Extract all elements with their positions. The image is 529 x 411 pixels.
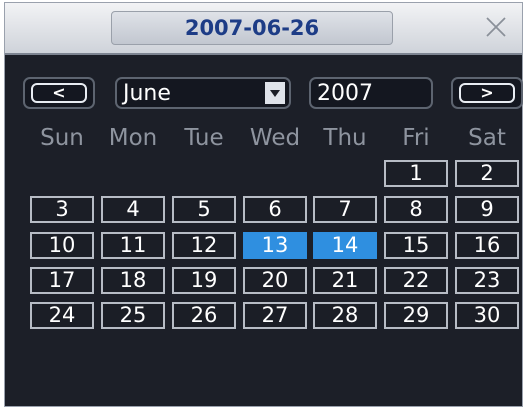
day-cell[interactable]: 24 <box>30 302 94 329</box>
close-button[interactable] <box>482 13 510 41</box>
day-cell[interactable]: 25 <box>101 302 165 329</box>
day-cell[interactable]: 20 <box>243 267 307 294</box>
next-month-button[interactable]: > <box>451 77 523 109</box>
day-cell[interactable]: 14 <box>313 232 377 259</box>
day-cell[interactable]: 23 <box>455 267 519 294</box>
day-cell[interactable]: 1 <box>384 160 448 187</box>
day-cell[interactable]: 12 <box>172 232 236 259</box>
year-input[interactable]: 2007 <box>309 77 433 109</box>
day-cell[interactable]: 10 <box>30 232 94 259</box>
prev-month-button[interactable]: < <box>23 77 95 109</box>
weekday-label-sat: Sat <box>468 125 506 151</box>
month-dropdown-arrow[interactable] <box>265 82 285 104</box>
weekday-label-mon: Mon <box>108 125 158 151</box>
day-cell[interactable]: 2 <box>455 160 519 187</box>
close-icon <box>486 17 506 37</box>
weekday-label-wed: Wed <box>249 125 301 151</box>
date-picker-window: 2007-06-26 < June 2007 > Sun Mon Tue Wed… <box>4 2 523 407</box>
day-cell[interactable]: 19 <box>172 267 236 294</box>
day-cell[interactable]: 13 <box>243 232 307 259</box>
day-cell[interactable]: 26 <box>172 302 236 329</box>
day-cell[interactable]: 5 <box>172 196 236 223</box>
next-month-label: > <box>459 83 515 103</box>
title-plate: 2007-06-26 <box>111 11 393 45</box>
day-cell[interactable]: 21 <box>313 267 377 294</box>
weekday-label-sun: Sun <box>40 125 84 151</box>
day-cell[interactable]: 15 <box>384 232 448 259</box>
window-title: 2007-06-26 <box>184 16 320 40</box>
chevron-down-icon <box>270 89 280 97</box>
day-cell[interactable]: 27 <box>243 302 307 329</box>
month-select[interactable]: June <box>115 77 291 109</box>
year-input-value: 2007 <box>317 80 373 106</box>
weekday-label-fri: Fri <box>402 125 430 151</box>
prev-month-label: < <box>31 83 87 103</box>
day-cell[interactable]: 3 <box>30 196 94 223</box>
weekday-label-tue: Tue <box>184 125 224 151</box>
weekday-label-thu: Thu <box>323 125 367 151</box>
day-cell[interactable]: 7 <box>313 196 377 223</box>
title-bar: 2007-06-26 <box>5 3 522 55</box>
calendar-content: < June 2007 > Sun Mon Tue Wed Thu Fri Sat 1234… <box>5 55 523 408</box>
day-cell[interactable]: 28 <box>313 302 377 329</box>
day-cell[interactable]: 4 <box>101 196 165 223</box>
day-cell[interactable]: 17 <box>30 267 94 294</box>
month-select-value: June <box>123 80 171 106</box>
day-cell[interactable]: 9 <box>455 196 519 223</box>
day-cell[interactable]: 16 <box>455 232 519 259</box>
day-cell[interactable]: 30 <box>455 302 519 329</box>
day-cell[interactable]: 11 <box>101 232 165 259</box>
day-cell[interactable]: 8 <box>384 196 448 223</box>
day-cell[interactable]: 6 <box>243 196 307 223</box>
day-cell[interactable]: 18 <box>101 267 165 294</box>
day-cell[interactable]: 22 <box>384 267 448 294</box>
day-cell[interactable]: 29 <box>384 302 448 329</box>
